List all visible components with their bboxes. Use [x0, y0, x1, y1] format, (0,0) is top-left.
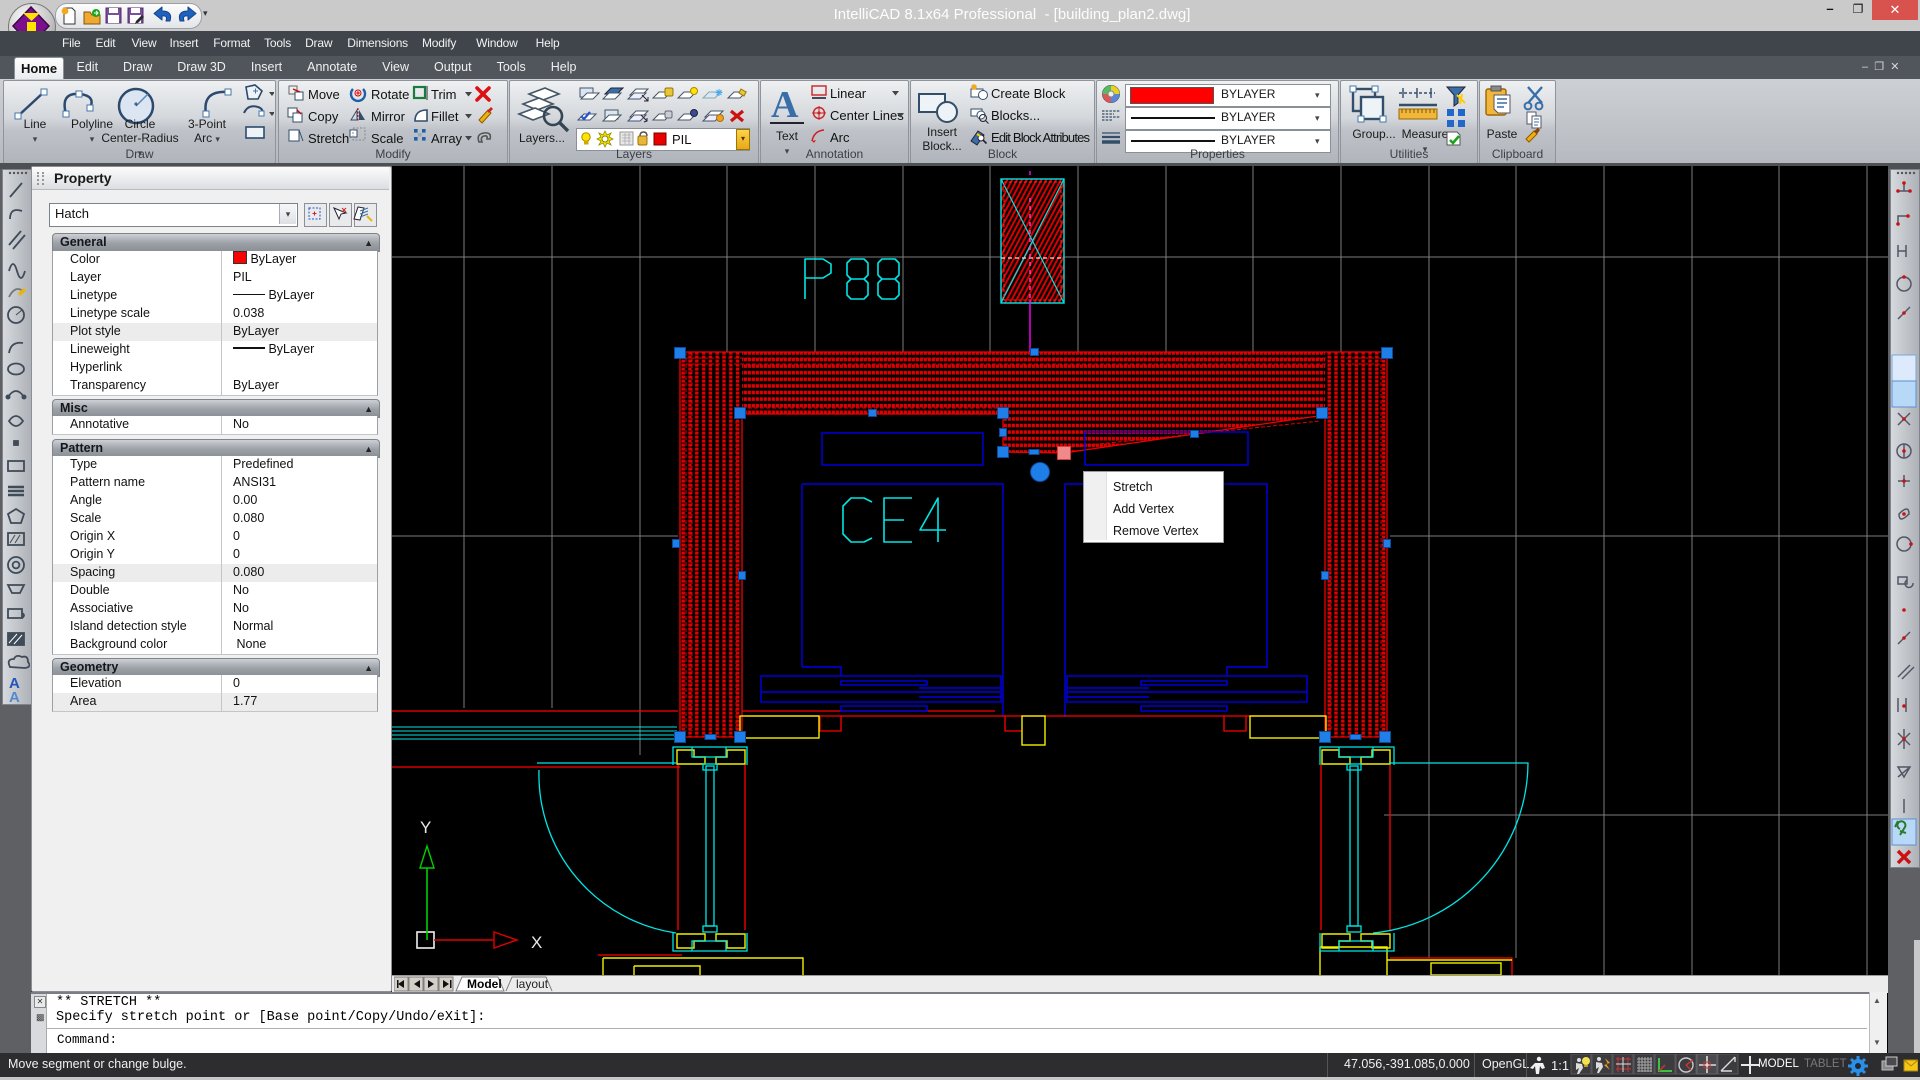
svg-text:Center Lines: Center Lines [830, 108, 904, 123]
svg-text:Stretch: Stretch [308, 131, 349, 146]
svg-text:Model: Model [467, 977, 502, 991]
svg-text:1:1: 1:1 [1551, 1058, 1569, 1073]
svg-text:Copy: Copy [308, 109, 339, 124]
svg-text:Array: Array [431, 131, 463, 146]
svg-text:Fillet: Fillet [431, 109, 459, 124]
svg-text:Linear: Linear [830, 86, 867, 101]
svg-text:X: X [531, 933, 542, 952]
svg-text:Rotate: Rotate [371, 87, 409, 102]
svg-text:layout: layout [516, 977, 549, 991]
svg-text:Y: Y [420, 818, 431, 837]
svg-text:Trim: Trim [431, 87, 457, 102]
svg-text:Move: Move [308, 87, 340, 102]
svg-text:Edit Block Attributes: Edit Block Attributes [991, 130, 1091, 145]
svg-text:Scale: Scale [371, 131, 404, 146]
svg-text:Blocks...: Blocks... [991, 108, 1040, 123]
svg-text:Mirror: Mirror [371, 109, 406, 124]
svg-text:Create Block: Create Block [991, 86, 1066, 101]
svg-text:A: A [771, 85, 799, 126]
svg-text:Arc: Arc [830, 130, 850, 145]
svg-text:PIL: PIL [672, 132, 692, 147]
svg-text:A: A [9, 689, 20, 703]
